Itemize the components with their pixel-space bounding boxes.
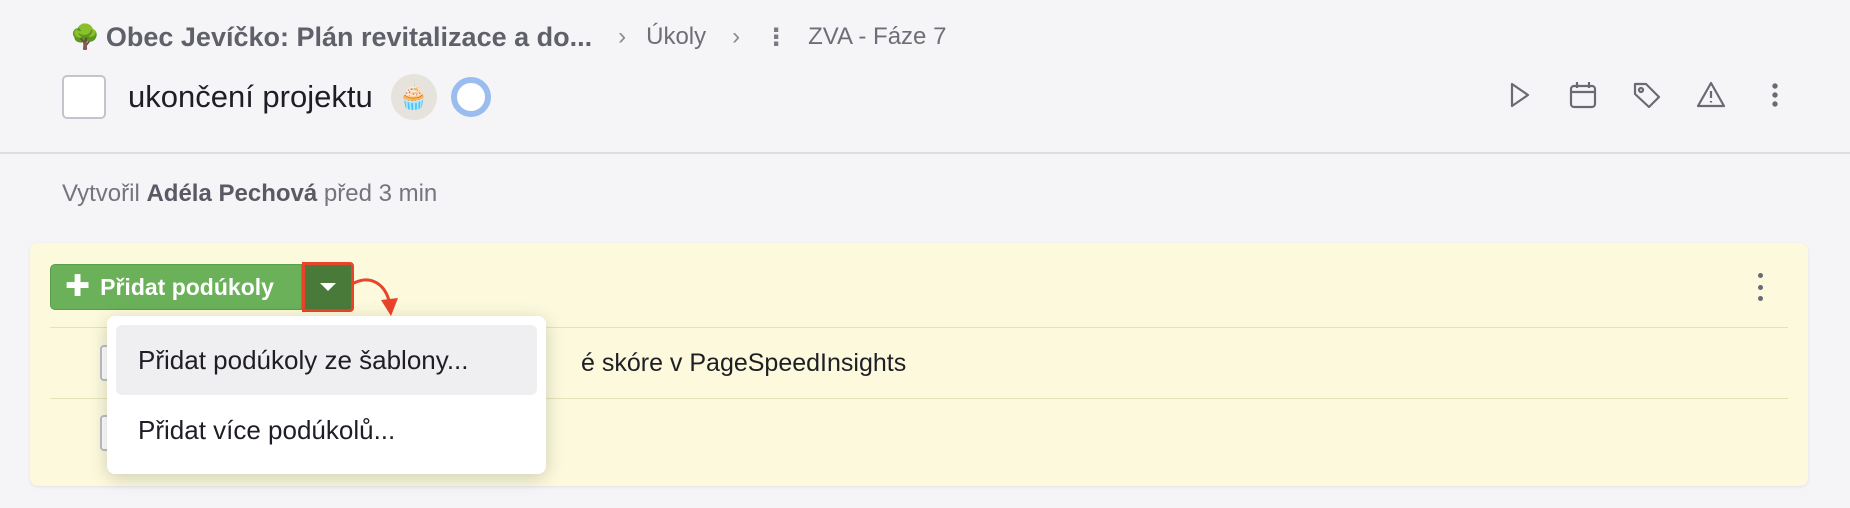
menu-item-from-template[interactable]: Přidat podúkoly ze šablony... xyxy=(116,325,537,395)
breadcrumb-current[interactable]: ZVA - Fáze 7 xyxy=(808,23,946,51)
title-row: ukončení projektu 🧁 xyxy=(62,74,491,120)
priority-button[interactable] xyxy=(1692,76,1730,114)
warning-icon xyxy=(1696,81,1726,108)
breadcrumb-project-label: Obec Jevíčko: Plán revitalizace a do... xyxy=(105,21,593,52)
task-toolbar xyxy=(1500,76,1794,114)
chevron-right-icon: › xyxy=(618,23,627,50)
plus-icon: ✚ xyxy=(65,270,91,303)
author-name: Adéla Pechová xyxy=(146,180,318,207)
play-icon xyxy=(1510,82,1530,108)
subtask-label[interactable]: é skóre v PageSpeedInsights xyxy=(581,349,906,378)
annotation-arrow-icon xyxy=(352,278,398,316)
task-title[interactable]: ukončení projektu xyxy=(128,79,373,115)
created-prefix: Vytvořil xyxy=(62,180,140,207)
assignee-avatar[interactable]: 🧁 xyxy=(390,74,437,120)
tags-button[interactable] xyxy=(1628,76,1666,114)
breadcrumb-section[interactable]: Úkoly xyxy=(646,23,706,51)
tag-icon xyxy=(1633,82,1661,109)
created-time: před 3 min xyxy=(323,180,438,207)
more-icon xyxy=(1772,83,1778,107)
status-icon[interactable] xyxy=(450,77,491,117)
panel-more-icon[interactable] xyxy=(1750,267,1770,307)
task-header: 🌳 Obec Jevíčko: Plán revitalizace a do..… xyxy=(0,0,1850,154)
breadcrumb-more-icon[interactable]: ⋮ xyxy=(764,23,788,52)
add-subtasks-menu: Přidat podúkoly ze šablony... Přidat víc… xyxy=(107,316,546,474)
due-date-button[interactable] xyxy=(1564,76,1602,114)
tree-icon: 🌳 xyxy=(70,23,100,51)
breadcrumb-project[interactable]: 🌳 Obec Jevíčko: Plán revitalizace a do..… xyxy=(70,22,592,53)
start-timer-button[interactable] xyxy=(1500,76,1538,114)
chevron-right-icon: › xyxy=(732,23,741,50)
avatar-emoji: 🧁 xyxy=(398,83,429,111)
breadcrumb: 🌳 Obec Jevíčko: Plán revitalizace a do..… xyxy=(70,20,946,54)
menu-item-add-multiple[interactable]: Přidat více podúkolů... xyxy=(116,395,537,465)
caret-down-icon xyxy=(320,283,336,291)
more-options-button[interactable] xyxy=(1756,76,1794,114)
add-subtasks-label: Přidat podúkoly xyxy=(100,273,274,300)
add-subtasks-dropdown-toggle[interactable] xyxy=(302,262,354,312)
calendar-icon xyxy=(1569,82,1597,109)
created-info: Vytvořil Adéla Pechová před 3 min xyxy=(62,180,437,208)
add-subtasks-button[interactable]: ✚ Přidat podúkoly xyxy=(50,264,302,310)
task-complete-checkbox[interactable] xyxy=(62,75,106,119)
